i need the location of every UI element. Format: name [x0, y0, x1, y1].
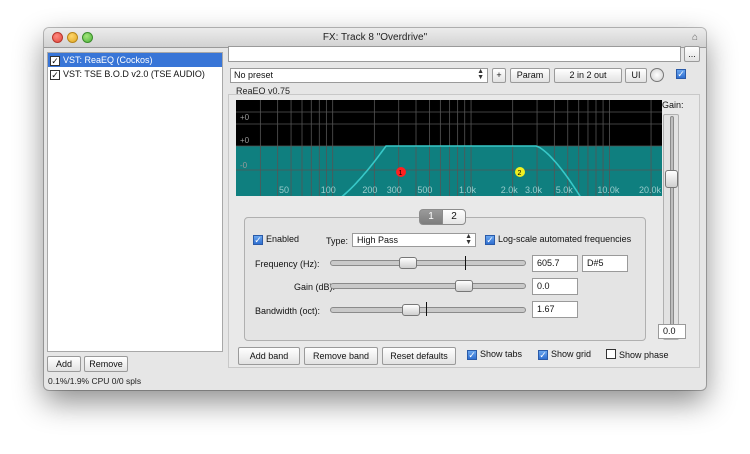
- freq-tick-label: 3.0k: [525, 185, 543, 195]
- note-value-field[interactable]: D#5: [582, 255, 628, 272]
- show-phase-label: Show phase: [619, 350, 669, 360]
- fx-enable-checkbox[interactable]: ✓: [50, 56, 60, 66]
- frequency-slider[interactable]: [330, 260, 526, 266]
- io-routing-button[interactable]: 2 in 2 out: [554, 68, 622, 83]
- freq-tick-label: 20.0k: [639, 185, 662, 195]
- freq-tick-label: 200: [362, 185, 377, 195]
- remove-band-button[interactable]: Remove band: [304, 347, 378, 365]
- freq-tick-label: 500: [417, 185, 432, 195]
- freq-tick-label: 5.0k: [556, 185, 574, 195]
- show-grid-checkbox[interactable]: ✓ Show grid: [538, 349, 591, 360]
- db-tick-label: +0: [240, 136, 250, 145]
- add-preset-button[interactable]: +: [492, 68, 506, 83]
- ui-button[interactable]: UI: [625, 68, 647, 83]
- gain-db-label: Gain (dB):: [294, 282, 336, 292]
- log-scale-checkbox[interactable]: ✓ Log-scale automated frequencies: [485, 234, 631, 245]
- fx-name-field[interactable]: [228, 46, 681, 62]
- db-tick-label: +0: [240, 113, 250, 122]
- window-title: FX: Track 8 "Overdrive": [322, 32, 428, 43]
- gain-db-slider-thumb[interactable]: [455, 280, 473, 292]
- type-label: Type:: [326, 236, 349, 246]
- frequency-label: Frequency (Hz):: [255, 259, 320, 269]
- fx-item-label: VST: ReaEQ (Cockos): [63, 55, 153, 65]
- gain-label: Gain:: [662, 100, 684, 110]
- pin-icon[interactable]: ⌂: [692, 32, 698, 43]
- tab-band-2[interactable]: 2: [442, 209, 466, 225]
- fx-item-reaeq[interactable]: ✓ VST: ReaEQ (Cockos): [48, 53, 222, 67]
- db-tick-label: -0: [240, 161, 248, 170]
- enabled-check-icon: ✓: [253, 235, 263, 245]
- freq-tick-label: 2.0k: [501, 185, 519, 195]
- show-grid-label: Show grid: [551, 349, 592, 359]
- freq-tick-label: 50: [279, 185, 289, 195]
- eq-graph[interactable]: +0 +0 -0 50 100 200 300 500 1.0k 2.0k 3.0k 5.0k 10.0…: [236, 100, 662, 196]
- type-value: High Pass: [357, 235, 399, 245]
- gain-slider-thumb[interactable]: [665, 170, 678, 188]
- add-band-button[interactable]: Add band: [238, 347, 300, 365]
- freq-tick-label: 10.0k: [597, 185, 620, 195]
- band-point-label: 1: [399, 170, 403, 177]
- show-tabs-check-icon: ✓: [467, 350, 477, 360]
- bypass-checkbox[interactable]: ✓: [676, 69, 686, 79]
- remove-fx-button[interactable]: Remove: [84, 356, 128, 372]
- more-options-button[interactable]: ...: [684, 46, 700, 62]
- enabled-label: Enabled: [266, 234, 300, 244]
- gain-db-value-field[interactable]: 0.0: [532, 278, 578, 295]
- frequency-default-marker: [465, 256, 466, 270]
- freq-tick-label: 1.0k: [459, 185, 477, 195]
- enabled-checkbox[interactable]: ✓ Enabled: [253, 234, 299, 245]
- tab-band-1[interactable]: 1: [419, 209, 443, 225]
- gain-value-field[interactable]: 0.0: [658, 324, 686, 339]
- fx-item-tse-bod[interactable]: ✓ VST: TSE B.O.D v2.0 (TSE AUDIO): [48, 67, 222, 81]
- freq-tick-label: 300: [387, 185, 402, 195]
- gain-db-slider[interactable]: [330, 283, 526, 289]
- wet-knob-icon[interactable]: [650, 68, 664, 82]
- freq-tick-label: 100: [321, 185, 336, 195]
- cpu-status: 0.1%/1.9% CPU 0/0 spls: [48, 376, 142, 386]
- param-button[interactable]: Param: [510, 68, 550, 83]
- frequency-value-field[interactable]: 605.7: [532, 255, 578, 272]
- fx-item-label: VST: TSE B.O.D v2.0 (TSE AUDIO): [63, 69, 205, 79]
- show-phase-check-icon: [606, 349, 616, 359]
- bandwidth-default-marker: [426, 302, 427, 316]
- stepper-icon: ▲ ▼: [477, 68, 484, 81]
- band-point-label: 2: [518, 170, 522, 177]
- bandwidth-slider[interactable]: [330, 307, 526, 313]
- show-tabs-checkbox[interactable]: ✓ Show tabs: [467, 349, 522, 360]
- bandwidth-slider-thumb[interactable]: [402, 304, 420, 316]
- fx-enable-checkbox[interactable]: ✓: [50, 70, 60, 80]
- preset-value: No preset: [234, 70, 274, 80]
- show-tabs-label: Show tabs: [480, 349, 523, 359]
- type-select[interactable]: High Pass ▲ ▼: [352, 233, 476, 247]
- reset-defaults-button[interactable]: Reset defaults: [382, 347, 456, 365]
- fx-chain-list: ✓ VST: ReaEQ (Cockos) ✓ VST: TSE B.O.D v2.…: [47, 52, 223, 352]
- preset-select[interactable]: No preset ▲ ▼: [230, 68, 488, 83]
- title-bar: FX: Track 8 "Overdrive" ⌂: [44, 28, 706, 48]
- show-grid-check-icon: ✓: [538, 350, 548, 360]
- bandwidth-value-field[interactable]: 1.67: [532, 301, 578, 318]
- add-fx-button[interactable]: Add: [47, 356, 81, 372]
- eq-graph-svg: +0 +0 -0 50 100 200 300 500 1.0k 2.0k 3.0k 5.0k 10.0…: [236, 100, 662, 196]
- stepper-icon: ▲ ▼: [465, 233, 472, 246]
- bandwidth-label: Bandwidth (oct):: [255, 306, 321, 316]
- fx-window: FX: Track 8 "Overdrive" ⌂ ✓ VST: ReaEQ (C…: [44, 28, 706, 390]
- log-scale-check-icon: ✓: [485, 235, 495, 245]
- gain-slider-track: [670, 116, 674, 336]
- frequency-slider-thumb[interactable]: [399, 257, 417, 269]
- show-phase-checkbox[interactable]: Show phase: [606, 349, 669, 360]
- log-scale-label: Log-scale automated frequencies: [498, 234, 632, 244]
